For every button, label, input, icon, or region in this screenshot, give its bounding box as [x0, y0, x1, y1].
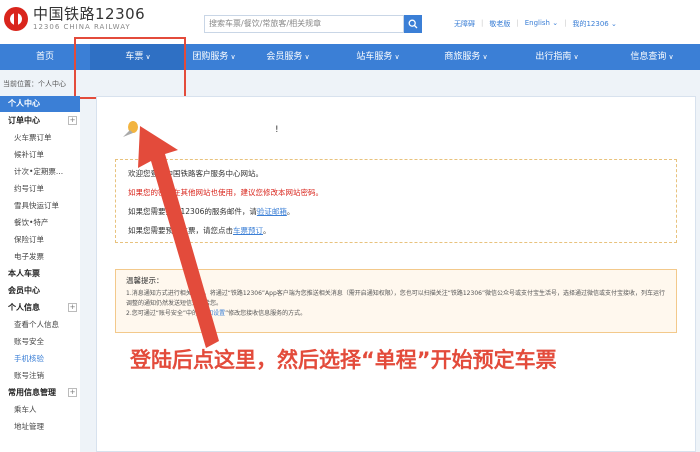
plus-icon[interactable]: +	[68, 388, 77, 397]
sidebar-item-insurance[interactable]: 保险订单	[0, 231, 80, 248]
chevron-down-icon: ∨	[668, 53, 674, 61]
nav-member-service[interactable]: 会员服务 ∨	[242, 44, 334, 70]
sidebar: 个人中心 订单中心 + 火车票订单 候补订单 计次•定期票... 约号订单 雪具快…	[0, 96, 80, 452]
site-logo[interactable]: 中国铁路12306 12306 CHINA RAILWAY	[4, 6, 145, 32]
breadcrumb: 当前位置：个人中心	[3, 80, 66, 88]
nav-travel-guide[interactable]: 出行指南 ∨	[510, 44, 604, 70]
welcome-line: 欢迎您登录中国铁路客户服务中心网站。	[128, 169, 263, 178]
sidebar-item-account-cancel[interactable]: 账号注销	[0, 367, 80, 384]
chevron-down-icon: ⌄	[610, 20, 617, 28]
book-tickets-link[interactable]: 车票预订	[233, 226, 263, 235]
email-line: 如果您需要接收12306的服务邮件，请验证邮箱。	[128, 207, 295, 216]
sidebar-header[interactable]: 个人中心	[0, 96, 80, 112]
notification-settings-link[interactable]: 通知设置	[201, 310, 225, 317]
language-link[interactable]: English ⌄	[525, 19, 558, 29]
welcome-box: 欢迎您登录中国铁路客户服务中心网站。 如果您的密码在其他网站也使用，建议您修改本…	[115, 159, 677, 243]
elder-mode-link[interactable]: 敬老版	[489, 19, 510, 29]
tips-title: 温馨提示：	[126, 276, 164, 285]
chevron-down-icon: ∨	[230, 53, 236, 61]
nav-station-service[interactable]: 站车服务 ∨	[334, 44, 422, 70]
search-button[interactable]	[404, 15, 422, 33]
sidebar-item-catering[interactable]: 餐饮•特产	[0, 214, 80, 231]
logo-subtitle: 12306 CHINA RAILWAY	[33, 23, 131, 31]
tips-box: 温馨提示： 1.消息通知方式进行相关调整，将通过“铁路12306”App客户端为…	[115, 269, 677, 333]
password-warning: 如果您的密码在其他网站也使用，建议您修改本网站密码。	[128, 188, 323, 197]
greeting-text: !	[275, 125, 279, 135]
search-icon	[408, 19, 418, 29]
sidebar-item-view-profile[interactable]: 查看个人信息	[0, 316, 80, 333]
nav-info-query[interactable]: 信息查询 ∨	[604, 44, 700, 70]
highlight-frame	[74, 37, 186, 99]
sidebar-group-personal-info[interactable]: 个人信息 +	[0, 299, 80, 316]
main-panel: ! 欢迎您登录中国铁路客户服务中心网站。 如果您的密码在其他网站也使用，建议您修…	[96, 96, 696, 452]
sidebar-item-account-security[interactable]: 账号安全	[0, 333, 80, 350]
sidebar-item-phone-verify[interactable]: 手机核验	[0, 350, 80, 367]
sidebar-group-orders[interactable]: 订单中心 +	[0, 112, 80, 129]
tips-line-1: 1.消息通知方式进行相关调整，将通过“铁路12306”App客户端为您推送相关消…	[126, 290, 666, 307]
chevron-down-icon: ∨	[394, 53, 400, 61]
sidebar-item-periodic-tickets[interactable]: 计次•定期票...	[0, 163, 80, 180]
logo-title: 中国铁路12306	[33, 5, 146, 23]
sidebar-item-passengers[interactable]: 乘车人	[0, 401, 80, 418]
sidebar-item-ski-express[interactable]: 雪具快运订单	[0, 197, 80, 214]
plus-icon[interactable]: +	[68, 116, 77, 125]
my-12306-link[interactable]: 我的12306 ⌄	[572, 19, 616, 29]
annotation-text: 登陆后点这里，然后选择“单程”开始预定车票	[130, 348, 557, 372]
sidebar-item-appointment-orders[interactable]: 约号订单	[0, 180, 80, 197]
chevron-down-icon: ∨	[573, 53, 579, 61]
accessibility-link[interactable]: 无障碍	[454, 19, 475, 29]
top-links: 无障碍 | 敬老版 | English ⌄ | 我的12306 ⌄	[454, 19, 617, 29]
verify-email-link[interactable]: 验证邮箱	[257, 207, 287, 216]
plus-icon[interactable]: +	[68, 303, 77, 312]
sidebar-item-train-orders[interactable]: 火车票订单	[0, 129, 80, 146]
sidebar-item-addresses[interactable]: 地址管理	[0, 418, 80, 435]
sidebar-group-my-tickets[interactable]: 本人车票	[0, 265, 80, 282]
chevron-down-icon: ∨	[304, 53, 310, 61]
sidebar-group-common-info[interactable]: 常用信息管理 +	[0, 384, 80, 401]
sidebar-group-member-center[interactable]: 会员中心	[0, 282, 80, 299]
nav-group-service[interactable]: 团购服务 ∨	[186, 44, 242, 70]
user-avatar-icon	[123, 121, 138, 137]
chevron-down-icon: ∨	[482, 53, 488, 61]
railway-logo-icon	[4, 7, 28, 31]
nav-business-travel[interactable]: 商旅服务 ∨	[422, 44, 510, 70]
search-input[interactable]: 搜索车票/餐饮/常旅客/相关规章	[204, 15, 404, 33]
booking-line: 如果您需要预订车票，请您点击车票预订。	[128, 226, 271, 235]
chevron-down-icon: ⌄	[552, 19, 559, 27]
sidebar-item-waitlist-orders[interactable]: 候补订单	[0, 146, 80, 163]
tips-line-2: 2.您可通过“账号安全”中的“通知设置”修改您接收信息服务的方式。	[126, 310, 307, 317]
sidebar-item-e-invoice[interactable]: 电子发票	[0, 248, 80, 265]
